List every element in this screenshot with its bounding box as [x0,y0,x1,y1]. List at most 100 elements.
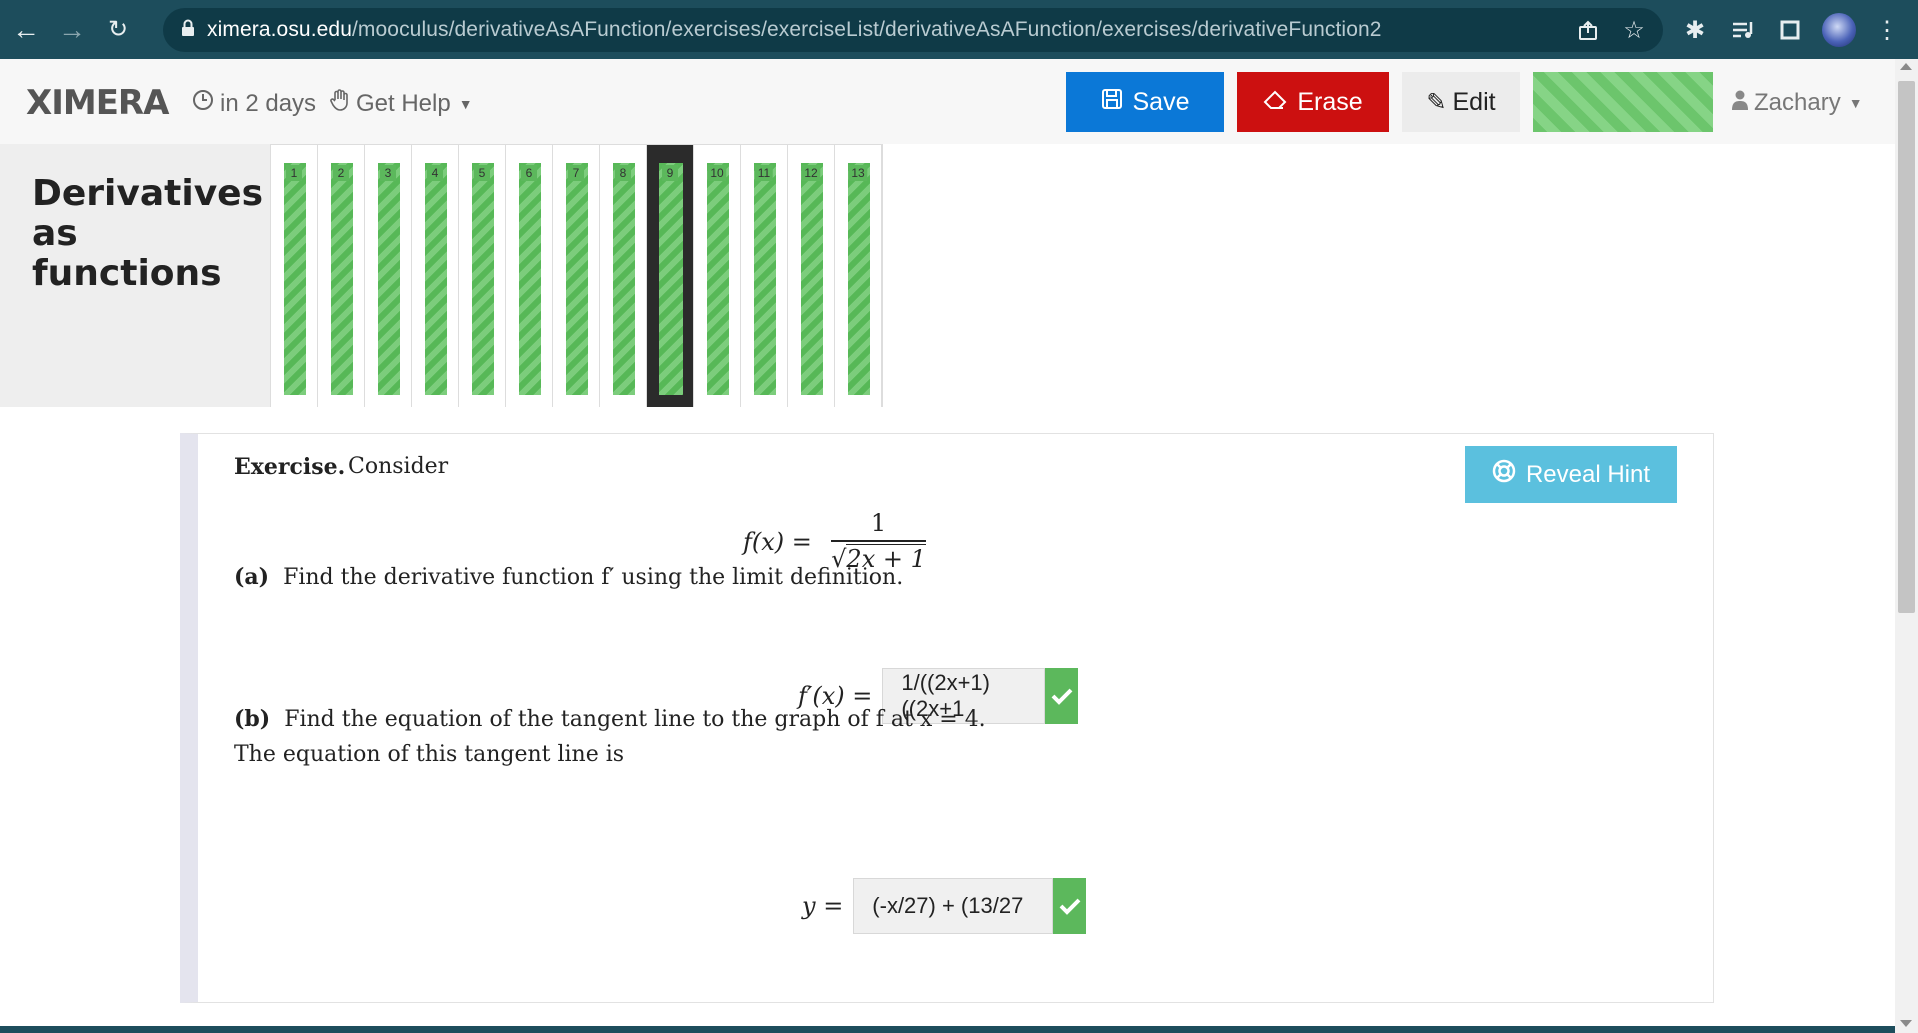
part-b-followup: The equation of this tangent line is [234,742,625,767]
problem-progress-bar [519,163,541,395]
edit-button[interactable]: ✎ Edit [1402,72,1520,132]
problem-progress-bar [566,163,588,395]
reload-icon[interactable]: ↻ [98,10,138,50]
back-arrow-icon[interactable]: ← [6,10,46,50]
erase-label: Erase [1297,87,1363,116]
hand-icon [330,89,350,118]
problem-number: 2 [333,165,349,181]
problem-tab-4[interactable]: 4 [412,145,459,407]
edit-label: Edit [1452,87,1496,116]
user-icon [1732,89,1748,117]
ximera-header: XIMERA in 2 days Get Help ▼ Save Erase ✎… [0,59,1895,144]
user-dropdown[interactable]: Zachary ▼ [1732,89,1863,117]
page-title: Derivatives as functions [32,173,264,294]
url-host: ximera.osu.edu [207,18,352,41]
formula-lhs: f(x) = [743,528,812,556]
part-b-question: (b) Find the equation of the tangent lin… [234,706,986,732]
problem-number: 11 [754,165,774,181]
extensions-puzzle-icon[interactable]: ✱ [1680,15,1710,45]
problem-tab-11[interactable]: 11 [741,145,788,407]
address-bar[interactable]: ximera.osu.edu/mooculus/derivativeAsAFun… [163,8,1663,52]
problem-tab-13[interactable]: 13 [835,145,882,407]
problem-progress-bar [425,163,447,395]
page-scrollbar[interactable] [1895,59,1918,1033]
caret-down-icon: ▼ [1848,95,1863,111]
get-help-dropdown[interactable]: Get Help ▼ [330,89,473,118]
part-a-tag: (a) [234,564,270,590]
answer-b-row: y = (-x/27) + (13/27 [802,878,1087,934]
get-help-label: Get Help [356,89,451,117]
problem-tab-7[interactable]: 7 [553,145,600,407]
due-text: in 2 days [220,89,317,117]
problem-tab-1[interactable]: 1 [271,145,318,407]
share-icon[interactable] [1573,15,1603,45]
part-b-tag: (b) [234,706,271,732]
erase-button[interactable]: Erase [1237,72,1389,132]
reveal-hint-label: Reveal Hint [1525,460,1651,488]
caret-down-icon: ▼ [458,95,473,112]
save-button[interactable]: Save [1066,72,1224,132]
lock-icon [181,19,195,42]
problem-number: 13 [848,165,868,181]
problem-number: 4 [427,165,443,181]
problem-number: 6 [521,165,537,181]
answer-b-input[interactable]: (-x/27) + (13/27 [853,878,1054,934]
pencil-icon: ✎ [1426,88,1447,116]
reveal-hint-button[interactable]: Reveal Hint [1465,446,1677,503]
scroll-down-arrow-icon[interactable] [1900,1020,1912,1027]
exercise-label: Exercise. [234,454,346,480]
problem-tab-6[interactable]: 6 [506,145,553,407]
bottom-strip [0,1026,1895,1033]
problem-progress-bar [848,163,870,395]
problem-tab-9[interactable]: 9 [647,145,694,407]
problem-progress-bar [378,163,400,395]
problem-progress-bar [331,163,353,395]
part-a-text: Find the derivative function f′ using th… [283,565,904,590]
problem-tab-10[interactable]: 10 [694,145,741,407]
problem-number: 8 [615,165,631,181]
url-path: /mooculus/derivativeAsAFunction/exercise… [351,18,1382,41]
problem-progress-bar [472,163,494,395]
scroll-up-arrow-icon[interactable] [1900,63,1912,70]
floppy-disk-icon [1101,88,1123,117]
url-text: ximera.osu.edu/mooculus/derivativeAsAFun… [207,18,1382,42]
problem-progress-bar [613,163,635,395]
problem-number: 1 [286,165,302,181]
problem-progress-bar [284,163,306,395]
problem-tab-8[interactable]: 8 [600,145,647,407]
problem-tab-5[interactable]: 5 [459,145,506,407]
profile-avatar[interactable] [1822,13,1856,47]
scrollbar-thumb[interactable] [1898,81,1915,613]
formula-numerator: 1 [870,509,887,537]
problem-tab-12[interactable]: 12 [788,145,835,407]
save-label: Save [1132,87,1190,116]
browser-toolbar: ← → ↻ ximera.osu.edu/mooculus/derivative… [0,0,1918,59]
problem-progress-bar [801,163,823,395]
problem-number: 9 [662,165,678,181]
eraser-icon [1263,88,1287,117]
correct-check-icon [1045,668,1079,724]
menu-kebab-icon[interactable]: ⋮ [1872,15,1902,45]
correct-check-icon [1053,878,1087,934]
problem-number: 5 [474,165,490,181]
problem-progress-bar [754,163,776,395]
bookmark-star-icon[interactable]: ☆ [1619,15,1649,45]
problem-progress-bar [659,163,683,395]
part-a-question: (a) Find the derivative function f′ usin… [234,564,903,590]
problem-number: 10 [707,165,727,181]
problem-number: 12 [801,165,821,181]
clock-icon [192,89,214,118]
window-square-icon[interactable] [1775,15,1805,45]
activity-title-panel: Derivatives as functions [0,144,270,407]
answer-b-lhs: y = [802,892,844,920]
ximera-logo[interactable]: XIMERA [26,83,169,123]
due-indicator: in 2 days [192,89,316,118]
media-queue-icon[interactable] [1728,15,1758,45]
problem-tab-2[interactable]: 2 [318,145,365,407]
problem-number: 3 [380,165,396,181]
problem-number: 7 [568,165,584,181]
exercise-intro: Consider [348,454,449,479]
problem-tab-3[interactable]: 3 [365,145,412,407]
forward-arrow-icon[interactable]: → [52,10,92,50]
progress-indicator[interactable] [1533,72,1713,132]
